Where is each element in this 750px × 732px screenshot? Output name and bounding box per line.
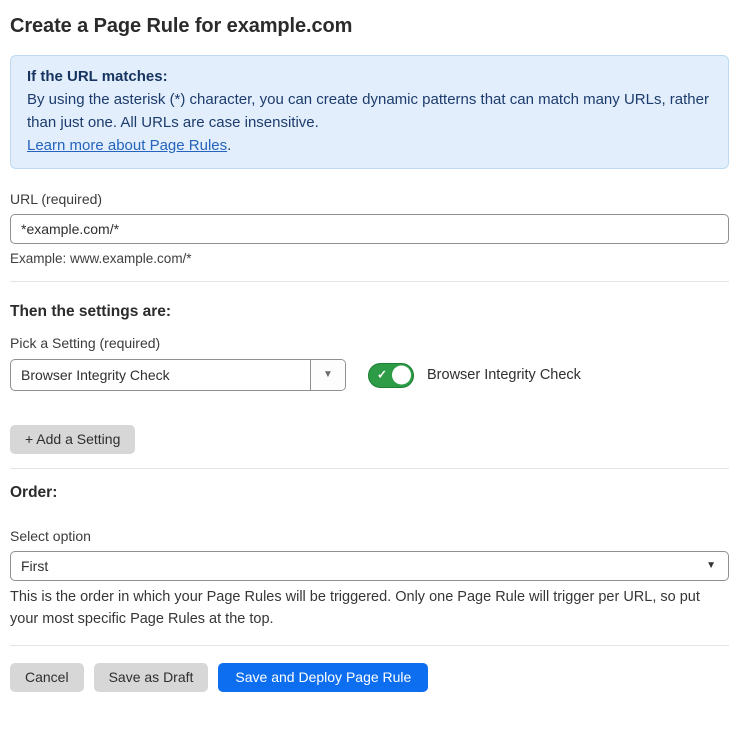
setting-dropdown[interactable]: Browser Integrity Check ▼	[10, 359, 346, 391]
save-deploy-button[interactable]: Save and Deploy Page Rule	[218, 663, 428, 692]
info-box-body: By using the asterisk (*) character, you…	[27, 88, 712, 134]
cancel-button[interactable]: Cancel	[10, 663, 84, 692]
setting-row: Browser Integrity Check ▼ ✓ Browser Inte…	[10, 359, 729, 391]
add-setting-button[interactable]: + Add a Setting	[10, 425, 135, 454]
info-box-link-row: Learn more about Page Rules.	[27, 134, 712, 157]
page-title: Create a Page Rule for example.com	[10, 13, 729, 40]
pick-setting-label: Pick a Setting (required)	[10, 335, 729, 352]
toggle-label: Browser Integrity Check	[427, 367, 581, 383]
setting-dropdown-button[interactable]: ▼	[310, 360, 345, 390]
info-box-heading: If the URL matches:	[27, 65, 712, 88]
learn-more-link[interactable]: Learn more about Page Rules	[27, 137, 227, 154]
divider	[10, 468, 729, 469]
order-section-heading: Order:	[10, 483, 729, 502]
footer-actions: Cancel Save as Draft Save and Deploy Pag…	[10, 663, 729, 692]
link-suffix: .	[227, 137, 231, 154]
order-select-value: First	[21, 558, 706, 574]
divider	[10, 645, 729, 646]
url-label: URL (required)	[10, 191, 729, 208]
browser-integrity-toggle[interactable]: ✓	[368, 363, 414, 388]
order-select[interactable]: First ▼	[10, 551, 729, 581]
url-example-helper: Example: www.example.com/*	[10, 250, 729, 267]
url-match-info-box: If the URL matches: By using the asteris…	[10, 55, 729, 169]
url-input[interactable]	[10, 214, 729, 244]
order-helper-text: This is the order in which your Page Rul…	[10, 586, 729, 630]
chevron-down-icon: ▼	[706, 561, 716, 571]
divider	[10, 281, 729, 282]
create-page-rule-form: Create a Page Rule for example.com If th…	[0, 0, 750, 732]
chevron-down-icon: ▼	[323, 370, 333, 380]
toggle-knob	[392, 366, 411, 385]
check-icon: ✓	[377, 368, 387, 382]
save-draft-button[interactable]: Save as Draft	[94, 663, 209, 692]
select-option-label: Select option	[10, 528, 729, 545]
settings-section-heading: Then the settings are:	[10, 302, 729, 321]
setting-dropdown-value: Browser Integrity Check	[11, 360, 310, 390]
